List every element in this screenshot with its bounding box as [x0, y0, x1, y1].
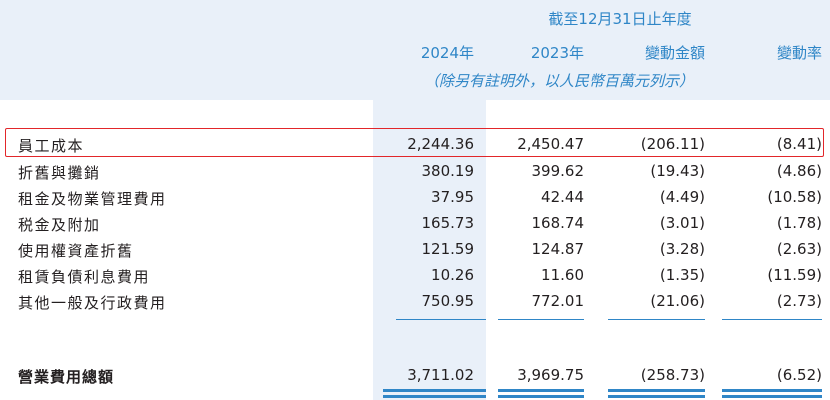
row-label: 折舊與攤銷	[18, 164, 101, 182]
total-double-rule	[722, 395, 822, 398]
table-row: 税金及附加 165.73 168.74 (3.01) (1.78)	[0, 212, 830, 236]
value-2023: 124.87	[531, 240, 585, 258]
value-2023: 42.44	[541, 188, 584, 206]
row-label: 税金及附加	[18, 216, 101, 234]
total-double-rule	[383, 395, 486, 398]
value-2024: 10.26	[431, 266, 474, 284]
subtotal-rule	[498, 319, 584, 320]
value-change-rate: (2.73)	[776, 292, 822, 310]
total-row: 營業費用總額 3,711.02 3,969.75 (258.73) (6.52)	[0, 364, 830, 388]
total-change-amount: (258.73)	[640, 366, 705, 384]
subtotal-rule	[722, 319, 822, 320]
value-2024: 121.59	[421, 240, 475, 258]
column-header-2024: 2024年	[420, 44, 474, 62]
table-row: 使用權資產折舊 121.59 124.87 (3.28) (2.63)	[0, 238, 830, 262]
period-header: 截至12月31日止年度	[548, 10, 692, 28]
row-label: 其他一般及行政費用	[18, 294, 167, 312]
value-2024: 380.19	[421, 162, 475, 180]
table-row: 折舊與攤銷 380.19 399.62 (19.43) (4.86)	[0, 160, 830, 184]
value-change-rate: (1.78)	[776, 214, 822, 232]
value-change-amount: (19.43)	[650, 162, 705, 180]
total-double-rule	[608, 389, 705, 392]
value-change-amount: (3.28)	[659, 240, 705, 258]
column-header-change-rate: 變動率	[776, 44, 822, 62]
row-label: 使用權資產折舊	[18, 242, 134, 260]
value-2024: 750.95	[421, 292, 475, 310]
value-2023: 168.74	[531, 214, 585, 232]
row-label: 租賃負債利息費用	[18, 268, 151, 286]
total-double-rule	[498, 395, 584, 398]
column-header-2023: 2023年	[530, 44, 584, 62]
total-double-rule	[383, 389, 486, 392]
value-change-amount: (3.01)	[659, 214, 705, 232]
value-change-amount: (4.49)	[659, 188, 705, 206]
value-change-rate: (10.58)	[767, 188, 822, 206]
total-change-rate: (6.52)	[776, 366, 822, 384]
value-change-rate: (2.63)	[776, 240, 822, 258]
value-change-rate: (4.86)	[776, 162, 822, 180]
total-label: 營業費用總額	[18, 368, 115, 386]
value-2024: 37.95	[431, 188, 474, 206]
value-change-amount: (1.35)	[659, 266, 705, 284]
total-double-rule	[498, 389, 584, 392]
table-row: 租賃負債利息費用 10.26 11.60 (1.35) (11.59)	[0, 264, 830, 288]
table-row: 租金及物業管理費用 37.95 42.44 (4.49) (10.58)	[0, 186, 830, 210]
total-double-rule	[608, 395, 705, 398]
highlight-box	[5, 128, 824, 157]
row-label: 租金及物業管理費用	[18, 190, 167, 208]
value-2024: 165.73	[421, 214, 475, 232]
column-header-change-amount: 變動金額	[644, 44, 705, 62]
table-row: 其他一般及行政費用 750.95 772.01 (21.06) (2.73)	[0, 290, 830, 314]
value-change-rate: (11.59)	[767, 266, 822, 284]
subtotal-rule	[396, 319, 486, 320]
value-change-amount: (21.06)	[650, 292, 705, 310]
value-2023: 772.01	[531, 292, 585, 310]
total-double-rule	[722, 389, 822, 392]
value-2023: 399.62	[531, 162, 585, 180]
subtotal-rule	[608, 319, 705, 320]
total-2024: 3,711.02	[407, 366, 474, 384]
value-2023: 11.60	[541, 266, 584, 284]
total-2023: 3,969.75	[517, 366, 584, 384]
unit-note: （除另有註明外，以人民幣百萬元列示）	[424, 72, 695, 90]
